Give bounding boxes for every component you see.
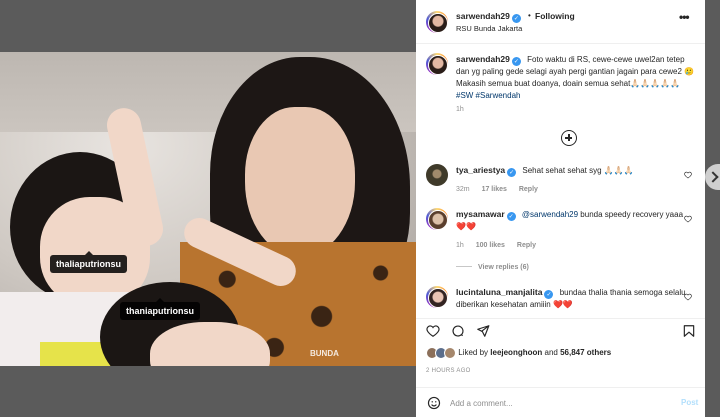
photo-watermark: BUNDA	[310, 349, 339, 358]
verified-badge-icon: ✓	[507, 168, 517, 177]
liked-by-user[interactable]: leejeonghoon	[490, 348, 542, 357]
comment-username[interactable]: lucintaluna_manjalita ✓	[456, 287, 554, 299]
comment-bubble-icon[interactable]	[451, 324, 465, 338]
liked-by-prefix: Liked by	[458, 348, 489, 358]
liked-by-avatars[interactable]	[426, 347, 456, 359]
next-post-button[interactable]	[705, 164, 720, 190]
comment-likes[interactable]: 17 likes	[482, 186, 507, 193]
comment-username[interactable]: tya_ariestya ✓	[456, 165, 517, 177]
comment-username[interactable]: mysamawar ✓	[456, 209, 516, 221]
comment-body: lucintaluna_manjalita ✓ bundaa thalia tha…	[456, 287, 686, 310]
liked-by-and: and	[544, 348, 558, 358]
location-link[interactable]: RSU Bunda Jakarta	[456, 24, 522, 33]
photo[interactable]: thaliaputrionsu thaniaputrionsu BUNDA	[0, 52, 416, 366]
comment-meta: 32m 17 likes Reply	[456, 186, 548, 193]
comment-mention[interactable]: @sarwendah29	[522, 210, 578, 219]
comment-reply-button[interactable]: Reply	[517, 242, 536, 249]
author-avatar[interactable]	[426, 11, 448, 33]
liked-by-others[interactable]: 56,847 others	[560, 348, 611, 357]
comment-avatar[interactable]	[426, 208, 448, 230]
like-heart-icon[interactable]	[426, 324, 440, 338]
comment-avatar[interactable]	[426, 286, 448, 308]
caption-username-text[interactable]: sarwendah29	[456, 54, 510, 64]
comment-username-text[interactable]: mysamawar	[456, 209, 505, 219]
comment-meta: 1h 100 likes Reply	[456, 242, 546, 249]
verified-badge-icon: ✓	[511, 14, 521, 23]
view-replies-button[interactable]: View replies (6)	[456, 264, 529, 271]
following-button[interactable]: Following	[535, 11, 575, 21]
comment-text: Sehat sehat sehat syg 🙏🏻🙏🏻🙏🏻	[522, 166, 634, 175]
caption-hashtags[interactable]: #SW #Sarwendah	[456, 91, 520, 100]
load-more-comments-icon[interactable]	[561, 130, 577, 146]
author-username-text[interactable]: sarwendah29	[456, 11, 510, 21]
more-options-icon[interactable]: •••	[679, 10, 690, 24]
caption-body: sarwendah29 ✓ Foto waktu di RS, cewe-cewe…	[456, 53, 696, 102]
comment-likes[interactable]: 100 likes	[476, 242, 505, 249]
comment-avatar[interactable]	[426, 164, 448, 186]
post-header: sarwendah29 ✓ • Following RSU Bunda Jakar…	[416, 0, 705, 44]
comment-username-text[interactable]: tya_ariestya	[456, 165, 505, 175]
post-comment-button[interactable]: Post	[681, 398, 698, 407]
comment-like-heart-icon[interactable]	[684, 166, 692, 179]
comment-reply-button[interactable]: Reply	[519, 186, 538, 193]
comment-input[interactable]	[450, 395, 670, 411]
caption-username[interactable]: sarwendah29 ✓	[456, 54, 521, 66]
add-comment-bar: Post	[416, 387, 705, 417]
save-bookmark-icon[interactable]	[682, 324, 696, 338]
post-side-panel: sarwendah29 ✓ • Following RSU Bunda Jakar…	[416, 0, 705, 417]
comment-like-heart-icon[interactable]	[684, 210, 692, 223]
comment-body: tya_ariestya ✓ Sehat sehat sehat syg 🙏🏻🙏🏻…	[456, 165, 686, 177]
verified-badge-icon: ✓	[511, 57, 521, 66]
comment-time: 1h	[456, 242, 464, 249]
caption-time: 1h	[456, 106, 464, 113]
verified-badge-icon: ✓	[506, 212, 516, 221]
caption-avatar[interactable]	[426, 53, 448, 75]
share-paper-plane-icon[interactable]	[476, 324, 490, 338]
verified-badge-icon: ✓	[544, 290, 554, 299]
liked-by-summary: Liked by leejeonghoon and 56,847 others	[426, 347, 696, 361]
post-timestamp: 2 HOURS AGO	[426, 368, 471, 374]
user-tag-thania[interactable]: thaniaputrionsu	[120, 298, 200, 320]
user-tag-thalia[interactable]: thaliaputrionsu	[50, 251, 127, 273]
comment-time: 32m	[456, 186, 470, 193]
header-separator: •	[528, 11, 531, 20]
comment-body: mysamawar ✓ @sarwendah29 bunda speedy rec…	[456, 209, 686, 232]
post-actions	[416, 318, 705, 342]
emoji-picker-icon[interactable]	[427, 396, 441, 410]
comment-like-heart-icon[interactable]	[684, 288, 692, 301]
photo-mother-face	[245, 107, 355, 257]
author-username[interactable]: sarwendah29 ✓	[456, 11, 521, 23]
comment-username-text[interactable]: lucintaluna_manjalita	[456, 287, 542, 297]
